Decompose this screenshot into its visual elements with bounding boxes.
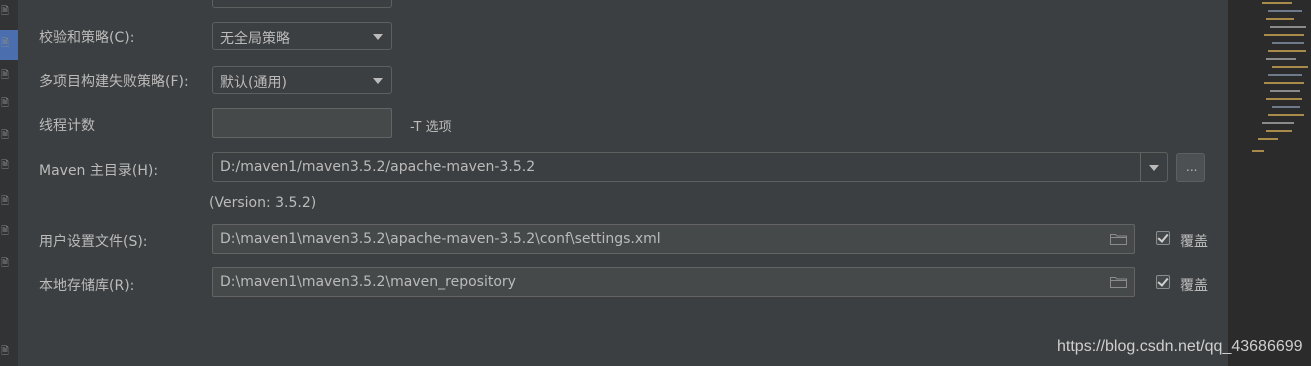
minimap-line: [1266, 58, 1296, 60]
file-icon[interactable]: 🗎: [1, 196, 11, 208]
file-icon[interactable]: 🗎: [1, 6, 11, 18]
folder-icon[interactable]: [1110, 276, 1127, 288]
user-settings-label: 用户设置文件(S):: [39, 234, 148, 250]
user-settings-input[interactable]: D:\maven1\maven3.5.2\apache-maven-3.5.2\…: [212, 224, 1135, 254]
minimap-line: [1266, 98, 1302, 100]
minimap-line: [1252, 150, 1264, 152]
minimap-line: [1268, 10, 1302, 12]
chevron-down-icon: [1149, 165, 1159, 171]
maven-settings-panel: [18, 0, 1228, 366]
browse-button-label: ...: [1186, 160, 1198, 174]
file-icon[interactable]: 🗎: [1, 160, 11, 172]
user-settings-override-label: 覆盖: [1180, 234, 1208, 250]
minimap-line: [1264, 34, 1304, 36]
minimap-line: [1268, 74, 1302, 76]
file-icon[interactable]: 🗎: [1, 130, 11, 142]
thread-count-input[interactable]: [212, 108, 392, 138]
local-repo-override-checkbox[interactable]: [1156, 275, 1170, 289]
maven-home-browse-button[interactable]: ...: [1176, 153, 1205, 182]
file-icon[interactable]: 🗎: [1, 98, 11, 110]
thread-count-hint: -T 选项: [410, 120, 452, 135]
minimap-line: [1262, 122, 1294, 124]
file-icon[interactable]: 🗎: [1, 70, 11, 82]
minimap-line: [1270, 26, 1306, 28]
chevron-down-icon: [373, 34, 383, 40]
minimap-line: [1268, 50, 1306, 52]
minimap-line: [1264, 82, 1304, 84]
check-policy-select[interactable]: 无全局策略: [212, 22, 392, 50]
previous-combo[interactable]: [212, 0, 392, 8]
local-repo-input[interactable]: D:\maven1\maven3.5.2\maven_repository: [212, 267, 1135, 297]
minimap-line: [1258, 138, 1278, 140]
left-gutter: 🗎 🗎 🗎 🗎 🗎 🗎 🗎 🗎 🗎 🗎: [0, 0, 18, 366]
combo-separator: [1140, 153, 1141, 181]
file-icon[interactable]: 🗎: [1, 226, 11, 238]
local-repo-label: 本地存储库(R):: [39, 278, 135, 294]
thread-count-label: 线程计数: [39, 118, 95, 134]
maven-version-text: (Version: 3.5.2): [209, 195, 317, 211]
maven-home-label: Maven 主目录(H):: [39, 163, 159, 179]
minimap-line: [1266, 130, 1292, 132]
minimap-line: [1262, 2, 1292, 4]
minimap-line: [1272, 66, 1308, 68]
minimap-line: [1268, 114, 1304, 116]
multiproject-policy-select[interactable]: 默认(通用): [212, 66, 392, 94]
minimap-line: [1272, 106, 1300, 108]
chevron-down-icon: [373, 78, 383, 84]
file-icon[interactable]: 🗎: [1, 258, 11, 270]
watermark-text: https://blog.csdn.net/qq_43686699: [1057, 338, 1303, 355]
minimap-line: [1272, 42, 1304, 44]
minimap[interactable]: [1228, 0, 1311, 366]
file-icon[interactable]: 🗎: [1, 346, 11, 358]
checkmark-icon: [1157, 275, 1169, 287]
minimap-line: [1266, 18, 1294, 20]
minimap-line: [1270, 90, 1300, 92]
folder-icon[interactable]: [1110, 233, 1127, 245]
multiproject-policy-label: 多项目构建失败策略(F):: [39, 74, 189, 90]
check-policy-value: 无全局策略: [220, 31, 290, 47]
user-settings-value: D:\maven1\maven3.5.2\apache-maven-3.5.2\…: [220, 231, 661, 247]
local-repo-value: D:\maven1\maven3.5.2\maven_repository: [220, 274, 516, 290]
local-repo-override-label: 覆盖: [1180, 278, 1208, 294]
multiproject-policy-value: 默认(通用): [220, 75, 287, 91]
check-policy-label: 校验和策略(C):: [39, 30, 135, 46]
file-icon[interactable]: 🗎: [1, 38, 11, 50]
checkmark-icon: [1157, 231, 1169, 243]
maven-home-select[interactable]: D:/maven1/maven3.5.2/apache-maven-3.5.2: [212, 152, 1168, 182]
maven-home-value: D:/maven1/maven3.5.2/apache-maven-3.5.2: [220, 159, 536, 175]
user-settings-override-checkbox[interactable]: [1156, 231, 1170, 245]
